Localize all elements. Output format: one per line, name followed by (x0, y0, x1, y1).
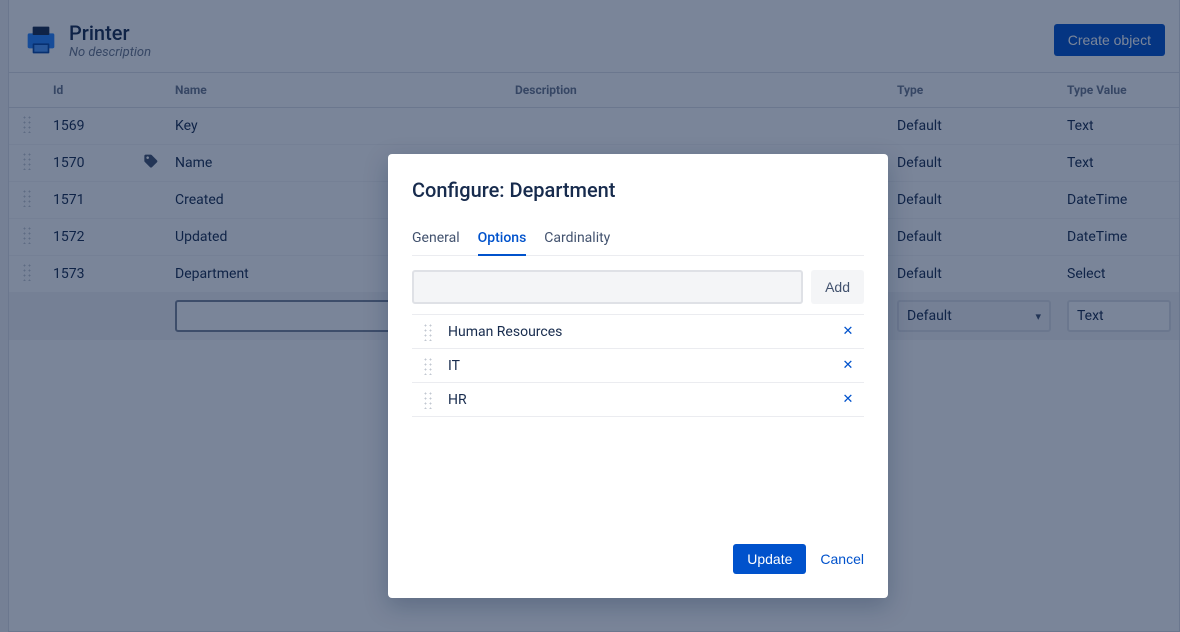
remove-option-button[interactable]: ✕ (832, 324, 864, 339)
remove-option-button[interactable]: ✕ (832, 358, 864, 373)
option-row: IT✕ (412, 349, 864, 383)
option-label: IT (444, 358, 832, 374)
update-button[interactable]: Update (733, 544, 806, 574)
modal-title: Configure: Department (412, 178, 864, 202)
tab-general[interactable]: General (412, 226, 460, 255)
tab-cardinality[interactable]: Cardinality (544, 226, 610, 255)
option-label: Human Resources (444, 324, 832, 340)
tab-options[interactable]: Options (478, 226, 527, 256)
modal-overlay: Configure: Department General Options Ca… (0, 0, 1180, 632)
cancel-button[interactable]: Cancel (820, 551, 864, 567)
drag-handle-icon[interactable] (423, 323, 433, 341)
modal-tabs: General Options Cardinality (412, 226, 864, 256)
option-row: Human Resources✕ (412, 315, 864, 349)
add-option-button[interactable]: Add (811, 270, 864, 304)
drag-handle-icon[interactable] (423, 391, 433, 409)
option-list: Human Resources✕IT✕HR✕ (412, 314, 864, 417)
option-label: HR (444, 392, 832, 408)
remove-option-button[interactable]: ✕ (832, 392, 864, 407)
drag-handle-icon[interactable] (423, 357, 433, 375)
configure-modal: Configure: Department General Options Ca… (388, 154, 888, 598)
option-row: HR✕ (412, 383, 864, 417)
add-option-input[interactable] (412, 270, 803, 304)
